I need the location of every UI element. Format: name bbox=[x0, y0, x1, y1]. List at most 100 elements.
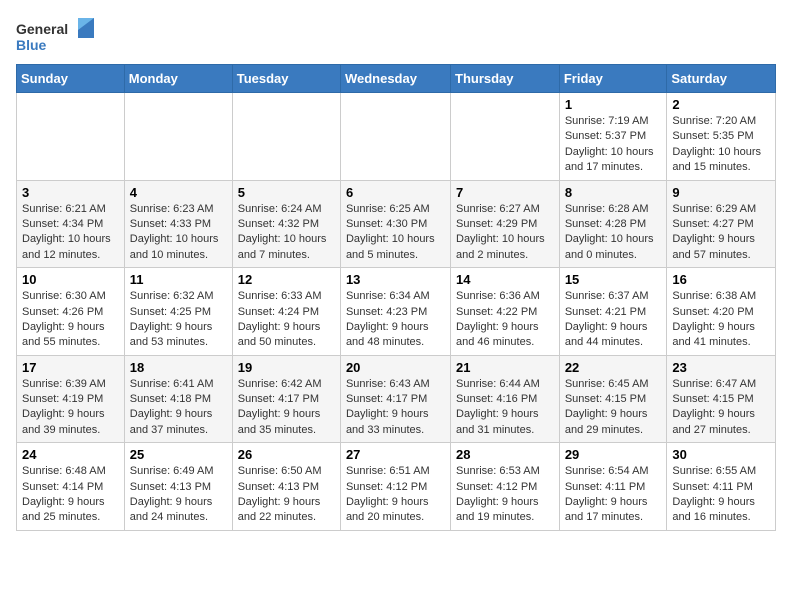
day-cell: 12 Sunrise: 6:33 AM Sunset: 4:24 PM Dayli… bbox=[232, 268, 340, 356]
day-info: Sunrise: 6:28 AM Sunset: 4:28 PM Dayligh… bbox=[565, 202, 662, 264]
day-number: 28 bbox=[456, 447, 554, 462]
day-cell: 17Sunrise: 6:39 AM Sunset: 4:19 PM Dayli… bbox=[17, 355, 125, 443]
day-cell bbox=[124, 93, 232, 181]
day-cell: 23 Sunrise: 6:47 AM Sunset: 4:15 PM Dayli… bbox=[667, 355, 776, 443]
weekday-header-tuesday: Tuesday bbox=[232, 65, 340, 93]
day-info: Sunrise: 7:19 AM Sunset: 5:37 PM Dayligh… bbox=[565, 114, 662, 176]
day-number: 15 bbox=[565, 272, 662, 287]
day-cell bbox=[232, 93, 340, 181]
day-info: Sunrise: 6:50 AM Sunset: 4:13 PM Dayligh… bbox=[238, 464, 335, 526]
day-cell: 14Sunrise: 6:36 AM Sunset: 4:22 PM Dayli… bbox=[451, 268, 560, 356]
day-info: Sunrise: 6:32 AM Sunset: 4:25 PM Dayligh… bbox=[130, 289, 227, 351]
day-number: 13 bbox=[346, 272, 445, 287]
day-info: Sunrise: 6:37 AM Sunset: 4:21 PM Dayligh… bbox=[565, 289, 662, 351]
weekday-header-wednesday: Wednesday bbox=[340, 65, 450, 93]
day-number: 4 bbox=[130, 185, 227, 200]
day-number: 19 bbox=[238, 360, 335, 375]
day-cell: 5 Sunrise: 6:24 AM Sunset: 4:32 PM Daylig… bbox=[232, 180, 340, 268]
day-cell bbox=[451, 93, 560, 181]
day-number: 10 bbox=[22, 272, 119, 287]
day-info: Sunrise: 6:21 AM Sunset: 4:34 PM Dayligh… bbox=[22, 202, 119, 264]
calendar: SundayMondayTuesdayWednesdayThursdayFrid… bbox=[16, 64, 776, 531]
day-number: 23 bbox=[672, 360, 770, 375]
day-info: Sunrise: 6:53 AM Sunset: 4:12 PM Dayligh… bbox=[456, 464, 554, 526]
day-number: 29 bbox=[565, 447, 662, 462]
day-info: Sunrise: 6:30 AM Sunset: 4:26 PM Dayligh… bbox=[22, 289, 119, 351]
day-number: 7 bbox=[456, 185, 554, 200]
day-cell: 8 Sunrise: 6:28 AM Sunset: 4:28 PM Daylig… bbox=[559, 180, 667, 268]
day-cell: 21 Sunrise: 6:44 AM Sunset: 4:16 PM Dayli… bbox=[451, 355, 560, 443]
day-cell: 28 Sunrise: 6:53 AM Sunset: 4:12 PM Dayli… bbox=[451, 443, 560, 531]
day-cell: 13 Sunrise: 6:34 AM Sunset: 4:23 PM Dayli… bbox=[340, 268, 450, 356]
header: GeneralBlue bbox=[16, 16, 776, 56]
weekday-header-row: SundayMondayTuesdayWednesdayThursdayFrid… bbox=[17, 65, 776, 93]
day-cell: 24 Sunrise: 6:48 AM Sunset: 4:14 PM Dayli… bbox=[17, 443, 125, 531]
day-number: 12 bbox=[238, 272, 335, 287]
day-number: 5 bbox=[238, 185, 335, 200]
day-cell: 22 Sunrise: 6:45 AM Sunset: 4:15 PM Dayli… bbox=[559, 355, 667, 443]
day-info: Sunrise: 6:24 AM Sunset: 4:32 PM Dayligh… bbox=[238, 202, 335, 264]
weekday-header-monday: Monday bbox=[124, 65, 232, 93]
weekday-header-friday: Friday bbox=[559, 65, 667, 93]
day-number: 24 bbox=[22, 447, 119, 462]
day-cell: 15 Sunrise: 6:37 AM Sunset: 4:21 PM Dayli… bbox=[559, 268, 667, 356]
day-info: Sunrise: 6:38 AM Sunset: 4:20 PM Dayligh… bbox=[672, 289, 770, 351]
day-cell: 26 Sunrise: 6:50 AM Sunset: 4:13 PM Dayli… bbox=[232, 443, 340, 531]
day-info: Sunrise: 6:33 AM Sunset: 4:24 PM Dayligh… bbox=[238, 289, 335, 351]
day-number: 9 bbox=[672, 185, 770, 200]
day-cell: 1Sunrise: 7:19 AM Sunset: 5:37 PM Daylig… bbox=[559, 93, 667, 181]
day-info: Sunrise: 6:27 AM Sunset: 4:29 PM Dayligh… bbox=[456, 202, 554, 264]
day-info: Sunrise: 6:44 AM Sunset: 4:16 PM Dayligh… bbox=[456, 377, 554, 439]
logo: GeneralBlue bbox=[16, 16, 96, 56]
day-info: Sunrise: 6:49 AM Sunset: 4:13 PM Dayligh… bbox=[130, 464, 227, 526]
day-info: Sunrise: 6:51 AM Sunset: 4:12 PM Dayligh… bbox=[346, 464, 445, 526]
day-info: Sunrise: 6:42 AM Sunset: 4:17 PM Dayligh… bbox=[238, 377, 335, 439]
day-number: 16 bbox=[672, 272, 770, 287]
day-number: 27 bbox=[346, 447, 445, 462]
week-row-3: 10 Sunrise: 6:30 AM Sunset: 4:26 PM Dayli… bbox=[17, 268, 776, 356]
day-cell: 9 Sunrise: 6:29 AM Sunset: 4:27 PM Daylig… bbox=[667, 180, 776, 268]
day-number: 2 bbox=[672, 97, 770, 112]
day-cell: 16 Sunrise: 6:38 AM Sunset: 4:20 PM Dayli… bbox=[667, 268, 776, 356]
week-row-1: 1Sunrise: 7:19 AM Sunset: 5:37 PM Daylig… bbox=[17, 93, 776, 181]
day-number: 22 bbox=[565, 360, 662, 375]
day-cell: 7 Sunrise: 6:27 AM Sunset: 4:29 PM Daylig… bbox=[451, 180, 560, 268]
weekday-header-saturday: Saturday bbox=[667, 65, 776, 93]
day-info: Sunrise: 7:20 AM Sunset: 5:35 PM Dayligh… bbox=[672, 114, 770, 176]
day-info: Sunrise: 6:54 AM Sunset: 4:11 PM Dayligh… bbox=[565, 464, 662, 526]
day-cell: 30 Sunrise: 6:55 AM Sunset: 4:11 PM Dayli… bbox=[667, 443, 776, 531]
weekday-header-sunday: Sunday bbox=[17, 65, 125, 93]
day-number: 21 bbox=[456, 360, 554, 375]
day-number: 18 bbox=[130, 360, 227, 375]
day-cell: 10 Sunrise: 6:30 AM Sunset: 4:26 PM Dayli… bbox=[17, 268, 125, 356]
day-cell: 2 Sunrise: 7:20 AM Sunset: 5:35 PM Daylig… bbox=[667, 93, 776, 181]
day-info: Sunrise: 6:45 AM Sunset: 4:15 PM Dayligh… bbox=[565, 377, 662, 439]
logo-svg: GeneralBlue bbox=[16, 16, 96, 56]
day-cell bbox=[17, 93, 125, 181]
day-number: 14 bbox=[456, 272, 554, 287]
day-cell: 29 Sunrise: 6:54 AM Sunset: 4:11 PM Dayli… bbox=[559, 443, 667, 531]
day-cell: 20Sunrise: 6:43 AM Sunset: 4:17 PM Dayli… bbox=[340, 355, 450, 443]
day-cell: 11Sunrise: 6:32 AM Sunset: 4:25 PM Dayli… bbox=[124, 268, 232, 356]
day-info: Sunrise: 6:55 AM Sunset: 4:11 PM Dayligh… bbox=[672, 464, 770, 526]
day-number: 17 bbox=[22, 360, 119, 375]
day-info: Sunrise: 6:43 AM Sunset: 4:17 PM Dayligh… bbox=[346, 377, 445, 439]
day-info: Sunrise: 6:29 AM Sunset: 4:27 PM Dayligh… bbox=[672, 202, 770, 264]
day-cell: 25Sunrise: 6:49 AM Sunset: 4:13 PM Dayli… bbox=[124, 443, 232, 531]
svg-text:Blue: Blue bbox=[16, 37, 47, 53]
day-cell: 4Sunrise: 6:23 AM Sunset: 4:33 PM Daylig… bbox=[124, 180, 232, 268]
day-info: Sunrise: 6:47 AM Sunset: 4:15 PM Dayligh… bbox=[672, 377, 770, 439]
day-number: 8 bbox=[565, 185, 662, 200]
day-cell: 19 Sunrise: 6:42 AM Sunset: 4:17 PM Dayli… bbox=[232, 355, 340, 443]
svg-text:General: General bbox=[16, 21, 68, 37]
day-info: Sunrise: 6:48 AM Sunset: 4:14 PM Dayligh… bbox=[22, 464, 119, 526]
day-cell: 27 Sunrise: 6:51 AM Sunset: 4:12 PM Dayli… bbox=[340, 443, 450, 531]
day-cell: 18Sunrise: 6:41 AM Sunset: 4:18 PM Dayli… bbox=[124, 355, 232, 443]
day-cell: 3Sunrise: 6:21 AM Sunset: 4:34 PM Daylig… bbox=[17, 180, 125, 268]
day-number: 6 bbox=[346, 185, 445, 200]
day-info: Sunrise: 6:34 AM Sunset: 4:23 PM Dayligh… bbox=[346, 289, 445, 351]
week-row-4: 17Sunrise: 6:39 AM Sunset: 4:19 PM Dayli… bbox=[17, 355, 776, 443]
day-cell bbox=[340, 93, 450, 181]
day-number: 30 bbox=[672, 447, 770, 462]
day-number: 26 bbox=[238, 447, 335, 462]
